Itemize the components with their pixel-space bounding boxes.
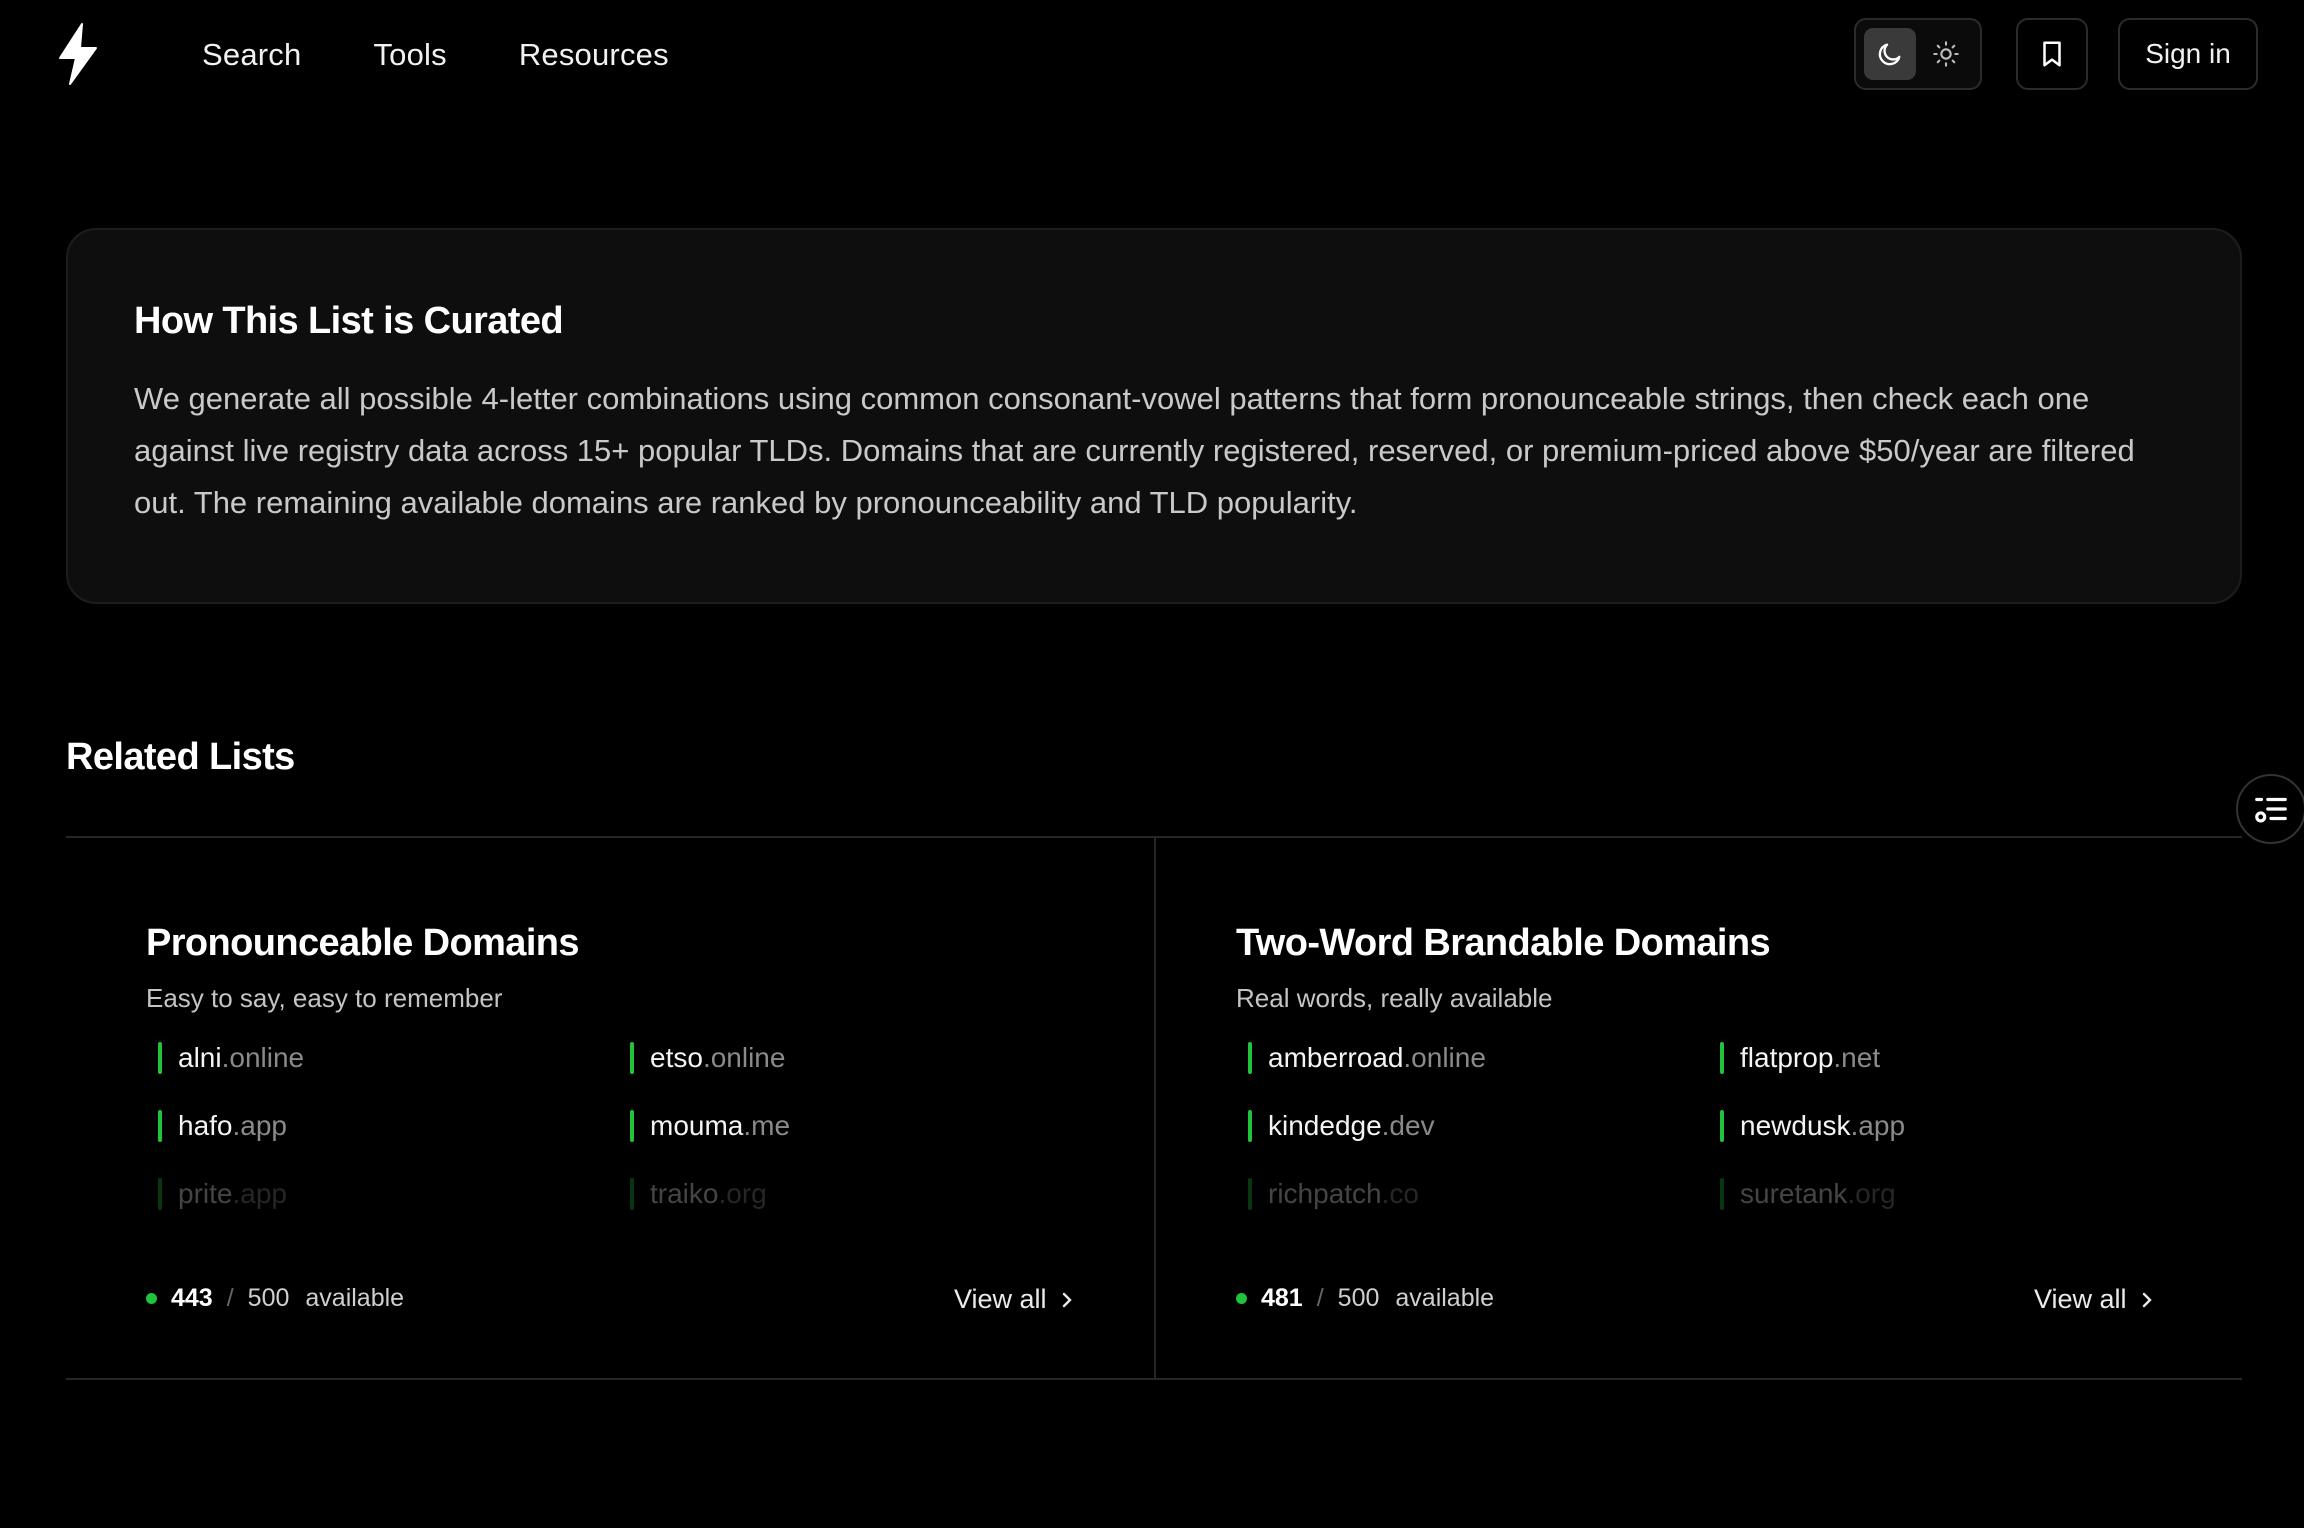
list-card-two-word-brandable[interactable]: Two-Word Brandable Domains Real words, r… — [1154, 838, 2242, 1378]
available-count: 481 — [1261, 1284, 1303, 1312]
status-dot — [146, 1293, 157, 1304]
list-subtitle: Easy to say, easy to remember — [146, 983, 503, 1013]
total-count: 500 — [1337, 1284, 1380, 1312]
domain-item[interactable]: alni .online — [146, 1042, 618, 1074]
related-lists-title: Related Lists — [66, 736, 295, 778]
availability-bar — [630, 1110, 634, 1142]
available-count: 443 — [171, 1284, 213, 1312]
availability-bar — [1248, 1042, 1252, 1074]
available-label: available — [1395, 1284, 1495, 1312]
bookmark-icon — [2043, 41, 2061, 67]
domain-preview-list: alni .online etso .online hafo .app mouma .m… — [146, 1042, 1154, 1210]
table-of-contents-button[interactable] — [2236, 774, 2304, 844]
list-title: Two-Word Brandable Domains — [1236, 922, 1771, 964]
domain-item[interactable]: kindedge .dev — [1236, 1110, 1708, 1142]
availability-stats: 443 / 500 available — [146, 1284, 404, 1313]
curated-info-card: How This List is Curated We generate all… — [66, 228, 2242, 604]
light-mode-button[interactable] — [1920, 28, 1972, 80]
availability-bar — [630, 1178, 634, 1210]
nav-resources-link[interactable]: Resources — [519, 37, 669, 73]
domain-item[interactable]: prite .app — [146, 1178, 618, 1210]
domain-item[interactable]: flatprop .net — [1708, 1042, 2180, 1074]
availability-bar — [1248, 1110, 1252, 1142]
curated-title: How This List is Curated — [134, 300, 564, 342]
moon-icon — [1878, 43, 1901, 66]
domain-item[interactable]: mouma .me — [618, 1110, 1090, 1142]
related-lists-grid: Pronounceable Domains Easy to say, easy … — [66, 836, 2242, 1380]
chevron-right-icon — [1062, 1292, 1072, 1307]
count-separator: / — [1316, 1284, 1324, 1312]
sign-in-button[interactable]: Sign in — [2118, 18, 2258, 90]
availability-bar — [1720, 1110, 1724, 1142]
nav-tools-link[interactable]: Tools — [373, 37, 446, 73]
domain-item[interactable]: hafo .app — [146, 1110, 618, 1142]
list-title: Pronounceable Domains — [146, 922, 580, 964]
availability-bar — [630, 1042, 634, 1074]
list-card-pronounceable[interactable]: Pronounceable Domains Easy to say, easy … — [66, 838, 1154, 1378]
status-dot — [1236, 1293, 1247, 1304]
domain-item[interactable]: richpatch .co — [1236, 1178, 1708, 1210]
nav-search-link[interactable]: Search — [202, 37, 301, 73]
availability-bar — [1248, 1178, 1252, 1210]
chevron-right-icon — [2142, 1292, 2152, 1307]
page: Search Tools Resources Sign in How This … — [0, 0, 2304, 1528]
theme-toggle — [1854, 18, 1982, 90]
nav-links: Search Tools Resources — [202, 0, 669, 110]
bolt-logo-icon[interactable] — [52, 22, 104, 86]
count-separator: / — [226, 1284, 234, 1312]
domain-item[interactable]: amberroad .online — [1236, 1042, 1708, 1074]
availability-bar — [158, 1178, 162, 1210]
domain-preview-list: amberroad .online flatprop .net kindedge .d… — [1236, 1042, 2242, 1210]
sun-icon — [1933, 41, 1959, 67]
domain-item[interactable]: etso .online — [618, 1042, 1090, 1074]
domain-item[interactable]: traiko .org — [618, 1178, 1090, 1210]
availability-bar — [158, 1042, 162, 1074]
bookmark-button[interactable] — [2016, 18, 2088, 90]
total-count: 500 — [247, 1284, 290, 1312]
availability-stats: 481 / 500 available — [1236, 1284, 1494, 1313]
dark-mode-button[interactable] — [1864, 28, 1916, 80]
list-subtitle: Real words, really available — [1236, 983, 1553, 1013]
top-nav: Search Tools Resources Sign in — [0, 0, 2304, 110]
availability-bar — [1720, 1042, 1724, 1074]
curated-body: We generate all possible 4-letter combin… — [134, 381, 2135, 520]
toc-list-icon — [2255, 797, 2287, 823]
availability-bar — [1720, 1178, 1724, 1210]
available-label: available — [305, 1284, 405, 1312]
view-all-link[interactable]: View all — [2034, 1284, 2153, 1315]
availability-bar — [158, 1110, 162, 1142]
view-all-link[interactable]: View all — [954, 1284, 1073, 1315]
domain-item[interactable]: suretank .org — [1708, 1178, 2180, 1210]
domain-item[interactable]: newdusk .app — [1708, 1110, 2180, 1142]
